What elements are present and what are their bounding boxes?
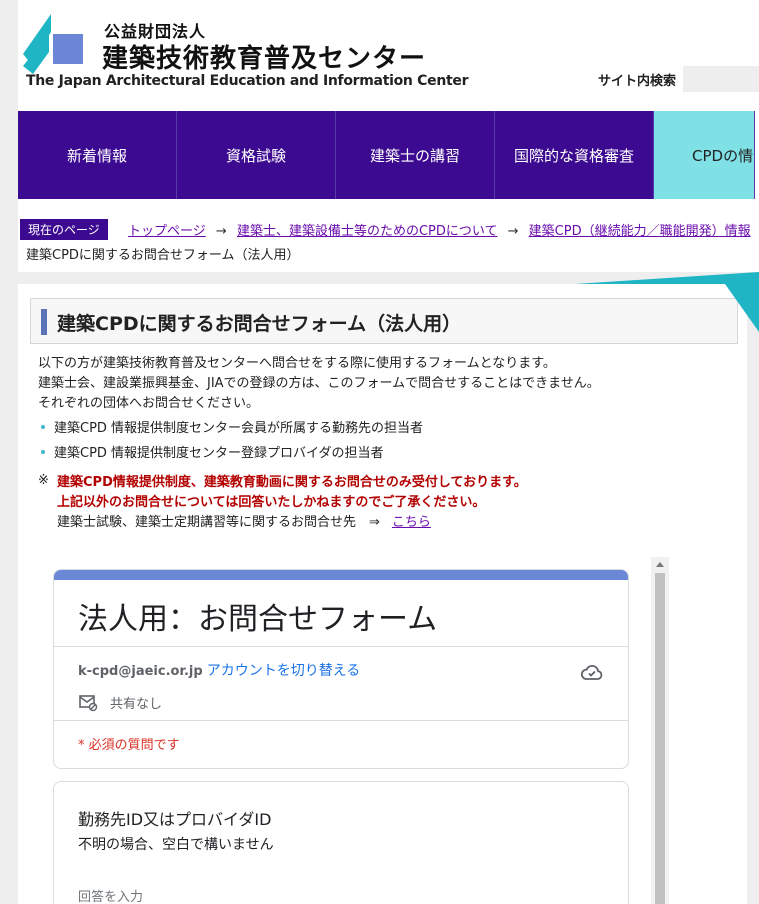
divider: [54, 720, 628, 721]
org-name[interactable]: 建築技術教育普及センター: [102, 38, 426, 75]
notice-line: 建築CPD情報提供制度、建築教育動画に関するお問合せのみ受付しております。: [57, 475, 527, 490]
breadcrumb: 現在のページ トップページ → 建築士、建築設備士等のためのCPDについて → …: [18, 218, 759, 268]
breadcrumb-links: トップページ → 建築士、建築設備士等のためのCPDについて → 建築CPD（継…: [128, 220, 751, 239]
page-frame-right: [747, 272, 759, 904]
nav-item-cpd[interactable]: CPDの情: [654, 111, 755, 199]
nav-item-international[interactable]: 国際的な資格審査: [495, 111, 654, 199]
site-search-input[interactable]: [683, 66, 759, 92]
form-accent-bar: [54, 570, 628, 580]
breadcrumb-link-cpd-info[interactable]: 建築CPD（継続能力／職能開発）情報: [529, 224, 751, 239]
list-item-text: 建築CPD 情報提供制度センター登録プロバイダの担当者: [54, 446, 384, 461]
form-scrollbar[interactable]: [651, 557, 669, 904]
nav-item-courses[interactable]: 建築士の講習: [336, 111, 495, 199]
notice-text: 建築CPD情報提供制度、建築教育動画に関するお問合せのみ受付しております。 上記…: [57, 473, 527, 513]
list-item: 建築CPD 情報提供制度センター会員が所属する勤務先の担当者: [38, 419, 423, 444]
jaeic-logo-icon[interactable]: [23, 14, 91, 82]
nav-item-exams[interactable]: 資格試験: [177, 111, 336, 199]
target-list: 建築CPD 情報提供制度センター会員が所属する勤務先の担当者 建築CPD 情報提…: [38, 419, 423, 469]
org-name-en: The Japan Architectural Education and In…: [26, 73, 469, 89]
divider: [54, 646, 628, 647]
intro-line: それぞれの団体へお問合せください。: [38, 396, 260, 411]
account-email: k-cpd@jaeic.or.jp: [78, 664, 203, 679]
breadcrumb-current: 建築CPDに関するお問合せフォーム（法人用）: [26, 248, 300, 263]
bullet-icon: [41, 450, 45, 454]
required-note: * 必須の質問です: [78, 738, 180, 753]
not-shared-icon: [79, 695, 98, 712]
other-inquiry-link[interactable]: こちら: [392, 515, 431, 530]
breadcrumb-separator: →: [215, 224, 227, 239]
page-title: 建築CPDに関するお問合せフォーム（法人用）: [57, 313, 462, 335]
form-header-card: 法人用：お問合せフォーム k-cpd@jaeic.or.jp アカウントを切り替え…: [53, 569, 629, 769]
global-nav: 新着情報 資格試験 建築士の講習 国際的な資格審査 CPDの情: [18, 111, 759, 199]
teal-corner-decoration: [575, 272, 759, 332]
site-search-label: サイト内検索: [598, 74, 677, 89]
bullet-icon: [41, 425, 45, 429]
answer-input[interactable]: 回答を入力: [78, 886, 143, 904]
other-inquiry-text: 建築士試験、建築士定期講習等に関するお問合せ先 ⇒: [57, 515, 380, 530]
scroll-thumb[interactable]: [655, 573, 665, 904]
form-title: 法人用：お問合せフォーム: [78, 602, 438, 637]
question-card: 勤務先ID又はプロバイダID 不明の場合、空白で構いません 回答を入力: [53, 781, 629, 904]
site-header: 公益財団法人 建築技術教育普及センター The Japan Architectu…: [18, 0, 759, 110]
breadcrumb-link-cpd-about[interactable]: 建築士、建築設備士等のためのCPDについて: [237, 224, 498, 239]
other-inquiry: 建築士試験、建築士定期講習等に関するお問合せ先 ⇒ こちら: [57, 511, 431, 530]
list-item-text: 建築CPD 情報提供制度センター会員が所属する勤務先の担当者: [54, 421, 424, 436]
note-mark: ※: [38, 473, 49, 488]
list-item: 建築CPD 情報提供制度センター登録プロバイダの担当者: [38, 444, 423, 469]
main-content: 建築CPDに関するお問合せフォーム（法人用） 以下の方が建築技術教育普及センター…: [18, 284, 747, 904]
switch-account-link[interactable]: アカウントを切り替える: [207, 663, 361, 679]
intro-line: 建築士会、建設業振興基金、JIAでの登録の方は、このフォームで問合せすることはで…: [38, 376, 600, 391]
account-info: k-cpd@jaeic.or.jp アカウントを切り替える: [78, 660, 360, 680]
question-title: 勤務先ID又はプロバイダID: [78, 810, 272, 829]
notice-line: 上記以外のお問合せについては回答いたしかねますのでご了承ください。: [57, 495, 486, 510]
not-shared-text: 共有なし: [110, 697, 163, 712]
breadcrumb-separator: →: [507, 224, 519, 239]
question-description: 不明の場合、空白で構いません: [78, 837, 274, 853]
intro-text: 以下の方が建築技術教育普及センターへ問合せをする際に使用するフォームとなります。…: [38, 354, 600, 414]
title-accent-bar: [41, 309, 47, 335]
nav-item-news[interactable]: 新着情報: [18, 111, 177, 199]
page-frame-left: [0, 0, 18, 904]
breadcrumb-here-label: 現在のページ: [20, 219, 108, 240]
scroll-up-icon[interactable]: [656, 562, 664, 567]
embedded-form: 法人用：お問合せフォーム k-cpd@jaeic.or.jp アカウントを切り替え…: [53, 557, 669, 904]
breadcrumb-link-top[interactable]: トップページ: [128, 224, 206, 239]
intro-line: 以下の方が建築技術教育普及センターへ問合せをする際に使用するフォームとなります。: [38, 356, 556, 371]
cloud-saved-icon: [581, 665, 603, 680]
